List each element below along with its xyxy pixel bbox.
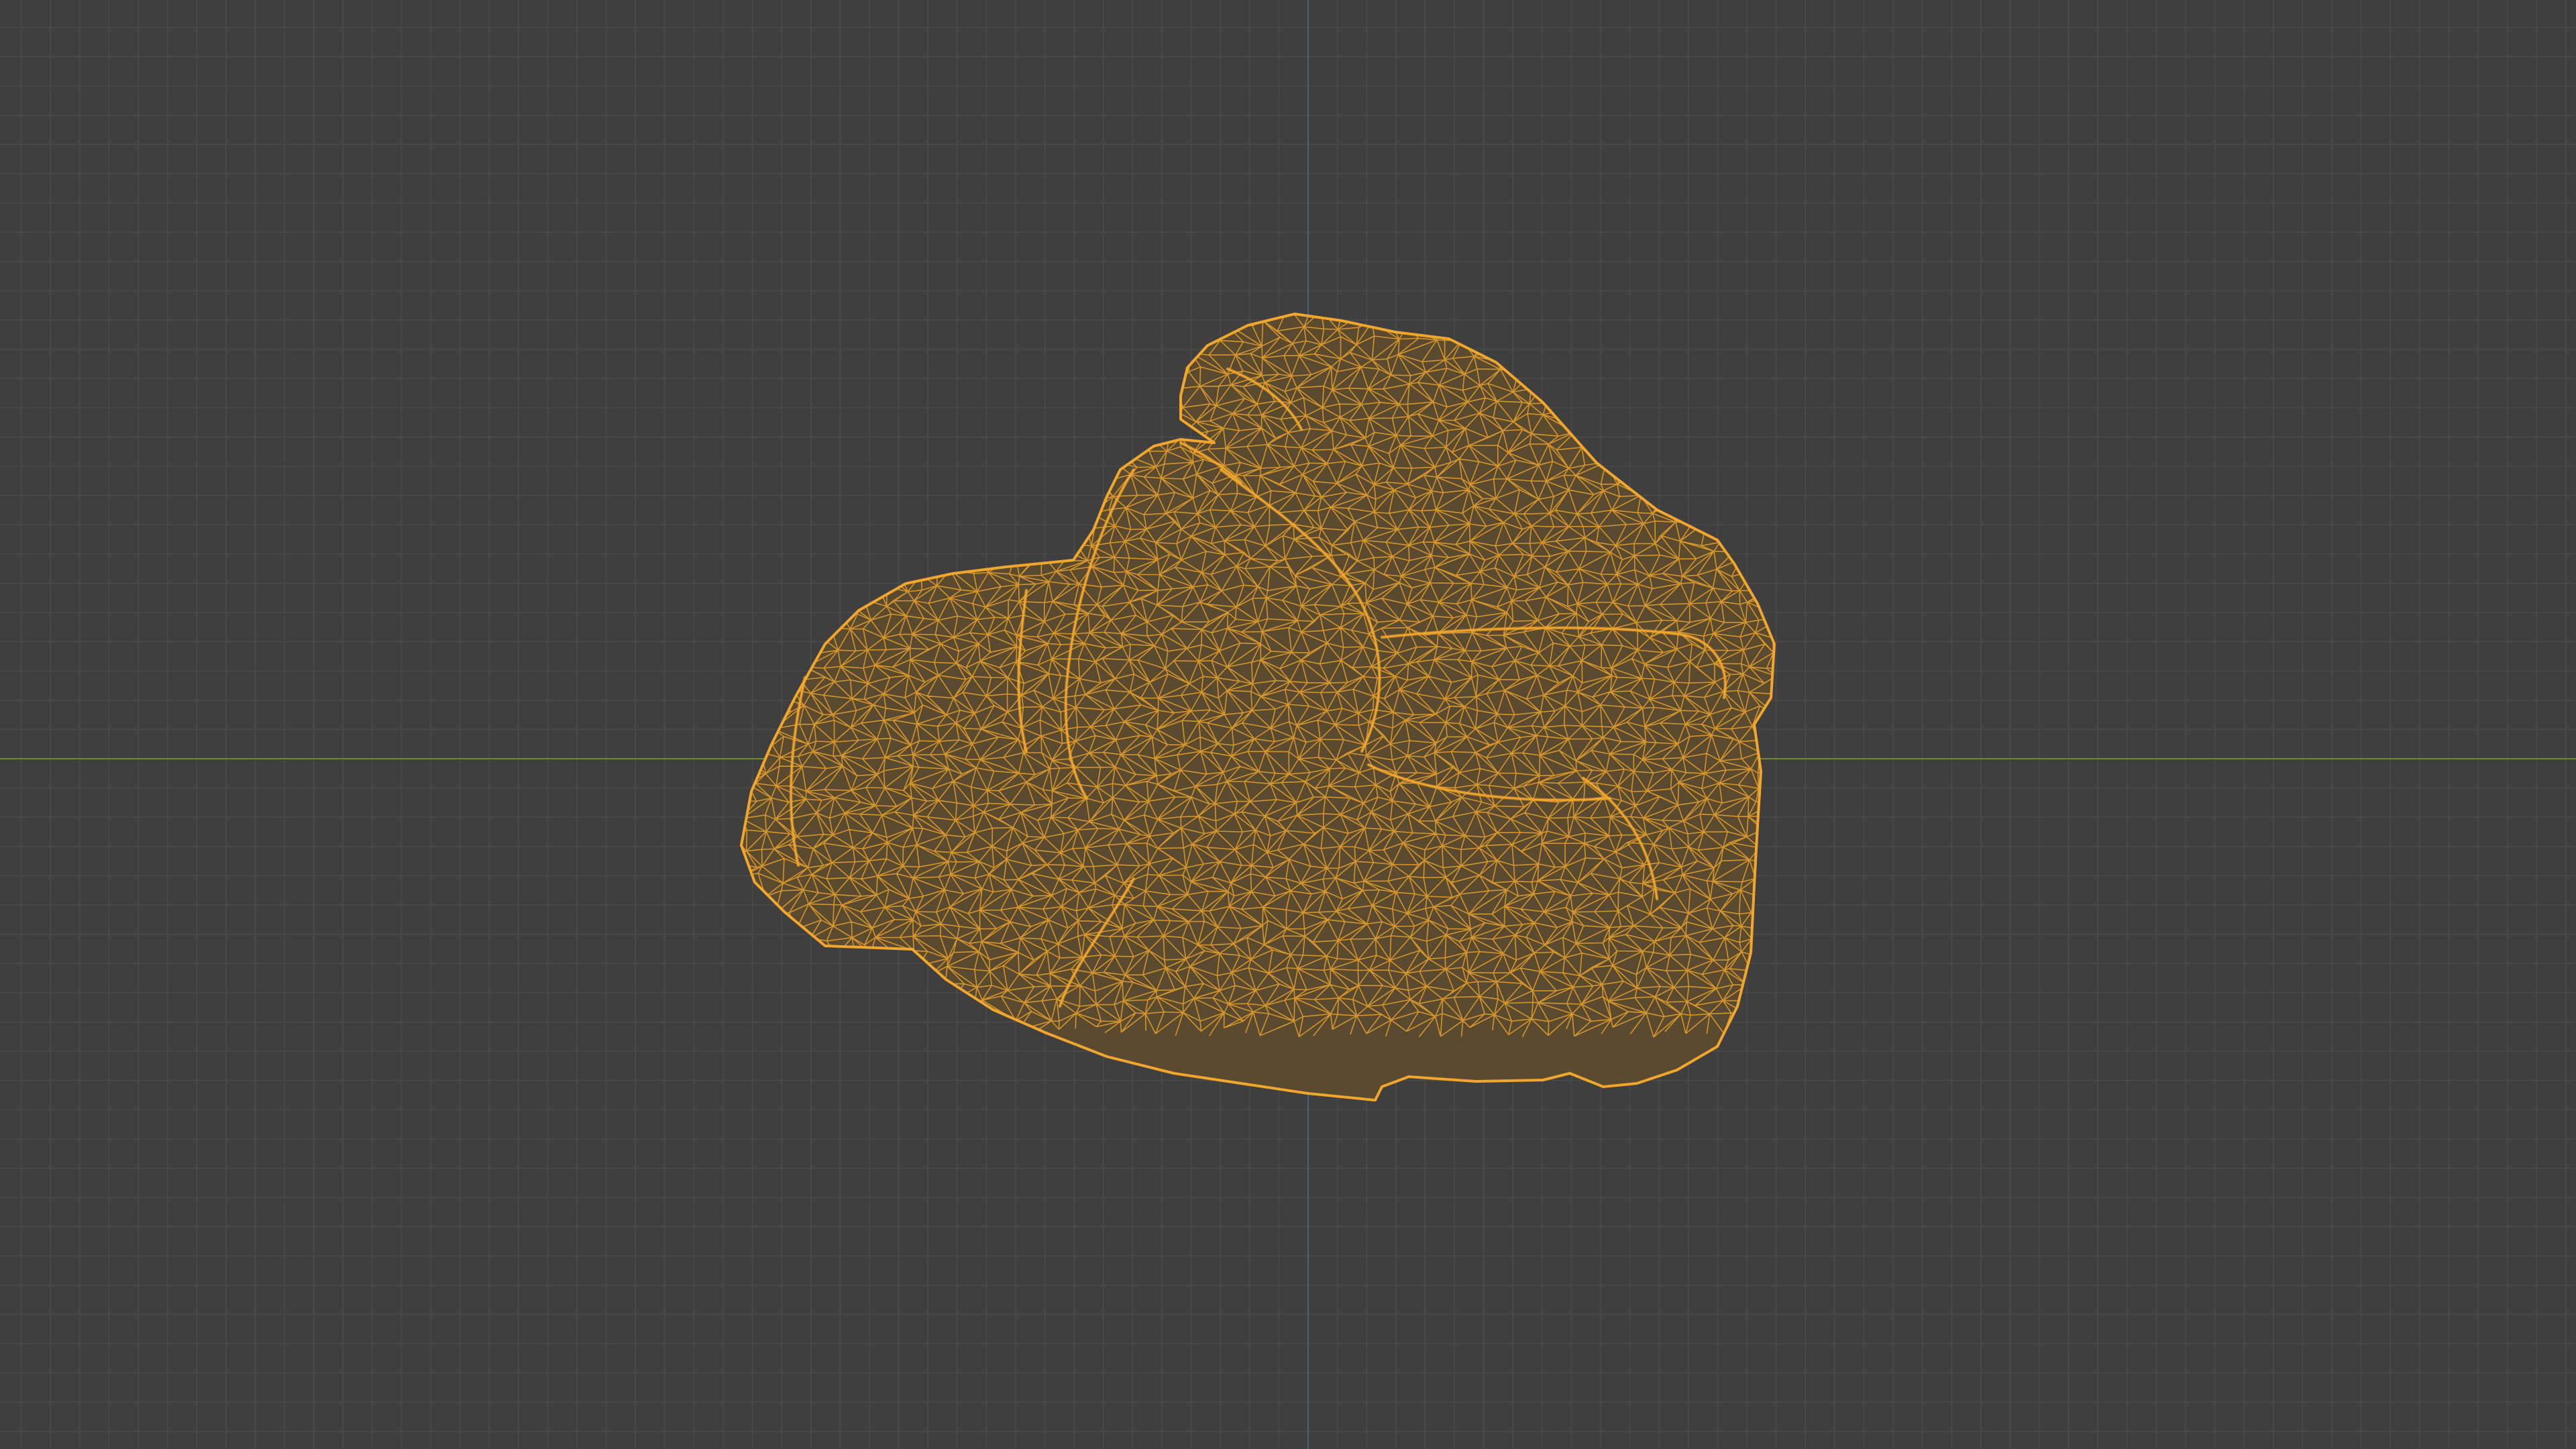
3d-viewport[interactable] xyxy=(0,0,2576,1449)
rock-mesh-object[interactable] xyxy=(0,0,2576,1449)
